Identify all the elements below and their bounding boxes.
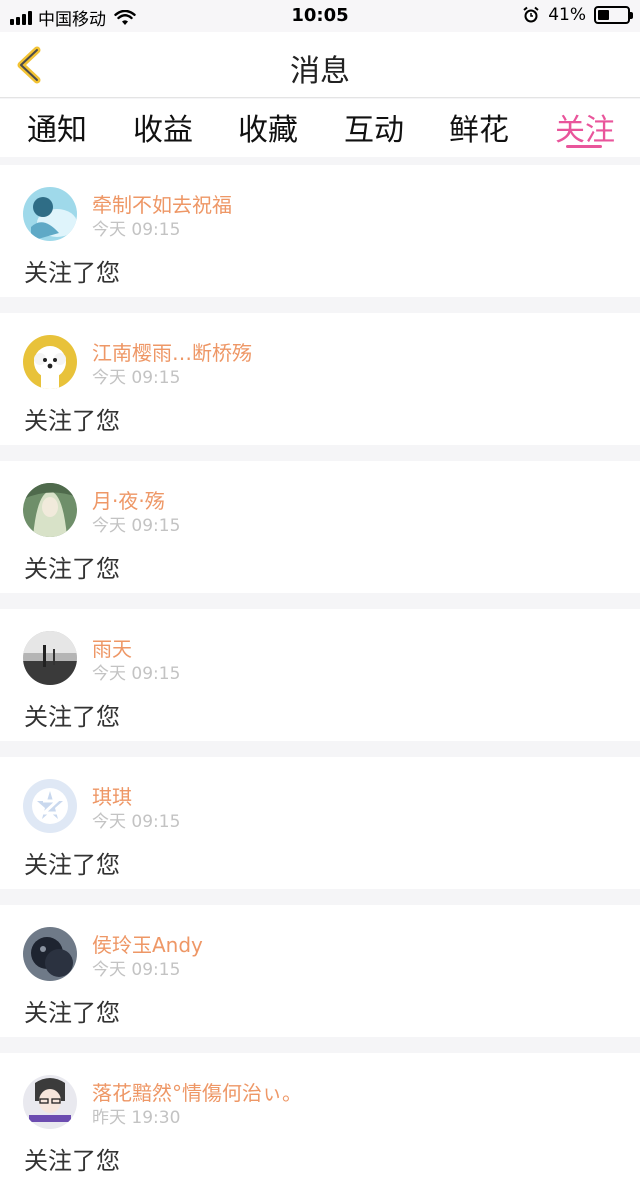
- message-text: 关注了您: [24, 851, 120, 879]
- user-name[interactable]: 侯玲玉Andy: [92, 929, 203, 958]
- user-name[interactable]: 雨天: [92, 633, 132, 662]
- list-item[interactable]: 江南樱雨…断桥殇 今天 09:15 关注了您: [0, 313, 640, 445]
- timestamp: 今天 09:15: [92, 960, 181, 980]
- avatar[interactable]: [23, 1075, 77, 1129]
- navigation-bar: 消息: [0, 32, 640, 98]
- tab-earnings[interactable]: 收益: [133, 105, 193, 149]
- message-text: 关注了您: [24, 1147, 120, 1175]
- tab-following[interactable]: 关注: [555, 105, 615, 149]
- page-title: 消息: [290, 54, 350, 89]
- message-text: 关注了您: [24, 259, 120, 287]
- message-text: 关注了您: [24, 555, 120, 583]
- tab-interactions[interactable]: 互动: [344, 105, 404, 149]
- list-item[interactable]: 月·夜·殇 今天 09:15 关注了您: [0, 461, 640, 593]
- tab-favorites[interactable]: 收藏: [238, 105, 298, 149]
- avatar[interactable]: [23, 187, 77, 241]
- tab-notifications[interactable]: 通知: [27, 105, 87, 149]
- user-name[interactable]: 江南樱雨…断桥殇: [92, 337, 252, 366]
- list-item[interactable]: 侯玲玉Andy 今天 09:15 关注了您: [0, 905, 640, 1037]
- list-item[interactable]: 牵制不如去祝福 今天 09:15 关注了您: [0, 165, 640, 297]
- user-name[interactable]: 落花黯然°情傷何治ぃ。: [92, 1077, 302, 1106]
- avatar[interactable]: [23, 927, 77, 981]
- user-name[interactable]: 月·夜·殇: [92, 485, 165, 514]
- avatar[interactable]: [23, 779, 77, 833]
- battery-percent: 41%: [548, 5, 586, 25]
- battery-icon: [594, 6, 633, 24]
- avatar[interactable]: [23, 483, 77, 537]
- timestamp: 今天 09:15: [92, 664, 181, 684]
- message-text: 关注了您: [24, 999, 120, 1027]
- user-name[interactable]: 琪琪: [92, 781, 132, 810]
- user-name[interactable]: 牵制不如去祝福: [92, 189, 232, 218]
- message-text: 关注了您: [24, 407, 120, 435]
- alarm-icon: [523, 6, 539, 23]
- message-text: 关注了您: [24, 703, 120, 731]
- status-right: 41%: [522, 5, 633, 25]
- avatar[interactable]: [23, 631, 77, 685]
- list-item[interactable]: 落花黯然°情傷何治ぃ。 昨天 19:30 关注了您: [0, 1053, 640, 1185]
- timestamp: 昨天 19:30: [92, 1108, 181, 1128]
- active-tab-indicator: [566, 145, 602, 148]
- list-item[interactable]: 琪琪 今天 09:15 关注了您: [0, 757, 640, 889]
- timestamp: 今天 09:15: [92, 220, 181, 240]
- timestamp: 今天 09:15: [92, 812, 181, 832]
- tab-bar: 通知 收益 收藏 互动 鲜花 关注: [0, 99, 640, 157]
- avatar[interactable]: [23, 335, 77, 389]
- timestamp: 今天 09:15: [92, 516, 181, 536]
- status-bar: 中国移动 10:05 41%: [0, 0, 640, 32]
- list-item[interactable]: 雨天 今天 09:15 关注了您: [0, 609, 640, 741]
- tab-flowers[interactable]: 鲜花: [449, 105, 509, 149]
- timestamp: 今天 09:15: [92, 368, 181, 388]
